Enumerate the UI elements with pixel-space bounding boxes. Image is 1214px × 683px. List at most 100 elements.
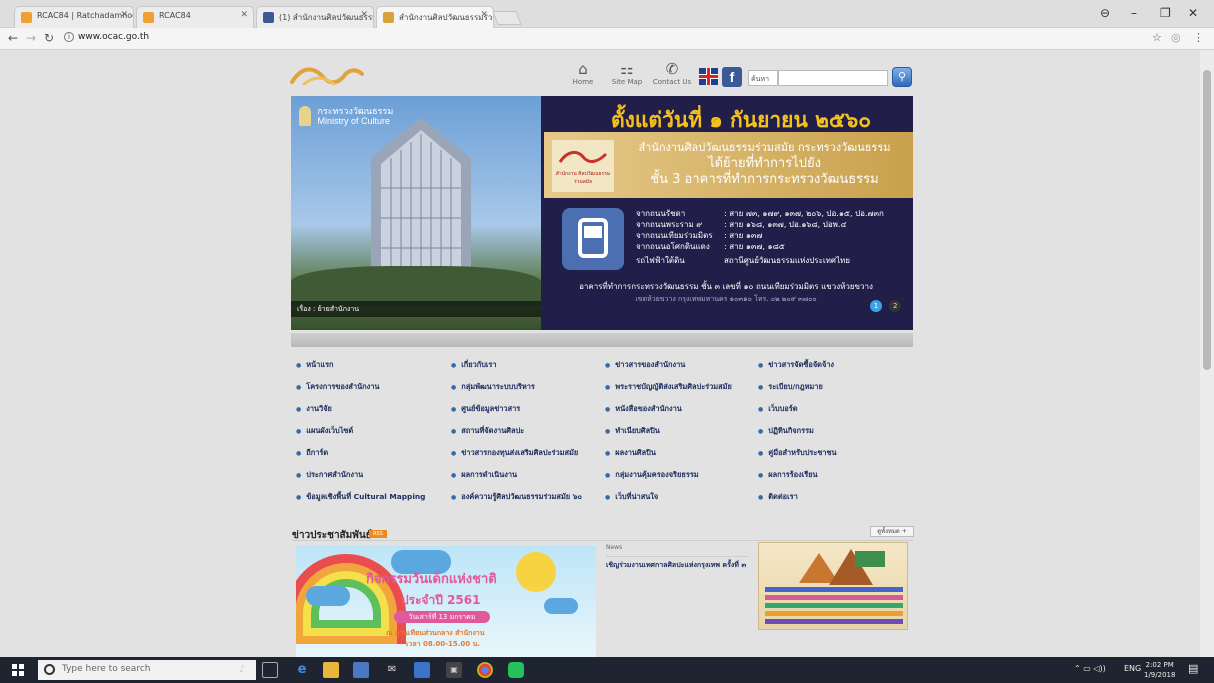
extension-icon[interactable]: ◎ <box>1171 31 1181 44</box>
topnav-contact[interactable]: ✆ Contact Us <box>652 60 692 86</box>
store-icon[interactable] <box>353 662 369 678</box>
menu-item[interactable]: ระเบียบ/กฎหมาย <box>758 381 823 393</box>
bus-routes: จากถนนรัชดา: สาย ๗๓, ๑๗๙, ๑๓๗, ๒๐๖, ปอ.๑… <box>636 208 906 266</box>
scrollbar-thumb[interactable] <box>1203 70 1211 370</box>
input-language[interactable]: ENG <box>1124 664 1141 673</box>
menu-item[interactable]: กลุ่มพัฒนาระบบบริหาร <box>451 381 535 393</box>
menu-item[interactable]: ข่าวสารกองทุนส่งเสริมศิลปะร่วมสมัย <box>451 447 578 459</box>
cloud-graphic <box>306 586 350 606</box>
card-date-pill: วันเสาร์ที่ 13 มกราคม <box>394 611 490 623</box>
browser-tab[interactable]: (1) สำนักงานศิลปวัฒนธรรม ✕ <box>256 6 374 28</box>
menu-item[interactable]: เว็บบอร์ด <box>758 403 797 415</box>
route-row: รถไฟฟ้าใต้ดิน สถานีศูนย์วัฒนธรรมแห่งประเท… <box>636 256 850 265</box>
menu-item[interactable]: แผนผังเว็บไซต์ <box>296 425 353 437</box>
tray-icons[interactable]: ⌃ ▭ ◁)) <box>1074 664 1106 673</box>
browser-tab[interactable]: RCAC84 | Ratchadamnoe ✕ <box>14 6 134 28</box>
menu-item[interactable]: ผลการดำเนินงาน <box>451 469 517 481</box>
menu-item[interactable]: ทำเนียบศิลปิน <box>605 425 660 437</box>
card-time: เวลา 08.00-15.00 น. <box>406 640 481 648</box>
browser-tab[interactable]: RCAC84 ✕ <box>136 6 254 28</box>
menu-item[interactable]: สถานที่จัดงานศิลปะ <box>451 425 524 437</box>
search-icon[interactable]: ⚲ <box>892 67 912 87</box>
menu-item[interactable]: กลุ่มงานคุ้มครองจริยธรรม <box>605 469 698 481</box>
menu-item[interactable]: ข้อมูลเชิงพื้นที่ Cultural Mapping <box>296 491 425 503</box>
page-viewport: ⌂ Home ⚏ Site Map ✆ Contact Us f ค้นหา ⚲ <box>0 50 1214 657</box>
menu-item[interactable]: ผลการร้องเรียน <box>758 469 817 481</box>
windows-start-icon[interactable] <box>12 664 24 676</box>
route-row: จากถนนเทียมร่วมมิตร: สาย ๑๓๗ <box>636 231 763 240</box>
menu-item[interactable]: พระราชบัญญัติส่งเสริมศิลปะร่วมสมัย <box>605 381 732 393</box>
menu-item[interactable]: ถีการ์ด <box>296 447 328 459</box>
tab-close-icon[interactable]: ✕ <box>360 10 368 20</box>
view-all-button[interactable]: ดูทั้งหมด + <box>870 526 914 537</box>
menu-item[interactable]: ข่าวสารจัดซื้อจัดจ้าง <box>758 359 834 371</box>
menu-item[interactable]: ผลงานศิลปิน <box>605 447 656 459</box>
news-card-childrens-day[interactable]: กิจกรรมวันเด็กแห่งชาติ ประจำปี 2561 วันเ… <box>296 546 596 657</box>
card-title: กิจกรรมวันเด็กแห่งชาติ <box>366 572 497 587</box>
slide-dot[interactable]: 1 <box>870 300 882 312</box>
menu-item[interactable]: หนังสือของสำนักงาน <box>605 403 682 415</box>
address-subline: เขตห้วยขวาง กรุงเทพมหานคร ๑๐๓๑๐ โทร. ๐๒ … <box>635 295 817 303</box>
system-clock[interactable]: 2:02 PM 1/9/2018 <box>1144 660 1175 680</box>
ocac-logo[interactable] <box>290 62 364 88</box>
tab-close-icon[interactable]: ✕ <box>120 10 128 20</box>
chrome-icon[interactable] <box>477 662 493 678</box>
slide-dot[interactable]: 2 <box>889 300 902 312</box>
app-icon[interactable]: ▣ <box>446 662 462 678</box>
url-field[interactable]: i www.ocac.go.th <box>64 32 149 42</box>
rss-icon[interactable]: RSS <box>369 530 387 538</box>
facebook-icon[interactable]: f <box>722 67 742 87</box>
forward-arrow-icon[interactable]: → <box>26 31 36 45</box>
minimize-button[interactable]: – <box>1131 6 1137 20</box>
task-view-icon[interactable] <box>262 662 278 678</box>
calculator-icon[interactable] <box>414 662 430 678</box>
tab-close-icon[interactable]: ✕ <box>480 10 488 20</box>
back-arrow-icon[interactable]: ← <box>8 31 18 45</box>
menu-item[interactable]: โครงการของสำนักงาน <box>296 381 379 393</box>
route-row: จากถนนอโศกดินแดง: สาย ๑๓๗, ๑๘๕ <box>636 242 785 251</box>
tab-close-icon[interactable]: ✕ <box>240 10 248 20</box>
topnav-sitemap[interactable]: ⚏ Site Map <box>607 60 647 86</box>
new-tab-button[interactable] <box>492 11 522 25</box>
menu-item[interactable]: ข่าวสารของสำนักงาน <box>605 359 685 371</box>
info-icon[interactable]: i <box>64 32 74 42</box>
maximize-button[interactable]: ❐ <box>1160 6 1171 20</box>
festival-poster[interactable] <box>758 542 908 630</box>
taskbar-search-input[interactable]: Type here to search <box>38 660 256 680</box>
card-year: ประจำปี 2561 <box>401 593 481 607</box>
menu-item[interactable]: ประกาศสำนักงาน <box>296 469 363 481</box>
menu-item[interactable]: ศูนย์ข้อมูลข่าวสาร <box>451 403 520 415</box>
menu-item[interactable]: งานวิจัย <box>296 403 332 415</box>
news-item-link[interactable]: เชิญร่วมงานเทศกาลศิลปะแห่งกรุงเทพ ครั้งท… <box>606 556 748 570</box>
notification-icon[interactable]: ▤ <box>1188 662 1198 675</box>
menu-item[interactable]: องค์ความรู้ศิลปวัฒนธรรมร่วมสมัย ๖๐ <box>451 491 582 503</box>
user-profile-icon[interactable]: ⊖ <box>1100 6 1110 20</box>
menu-item[interactable]: เว็บที่น่าสนใจ <box>605 491 658 503</box>
line-app-icon[interactable] <box>508 662 524 678</box>
search-input[interactable] <box>778 70 888 86</box>
menu-row: โครงการของสำนักงาน กลุ่มพัฒนาระบบบริหาร … <box>296 377 916 399</box>
page-scrollbar[interactable] <box>1200 50 1214 657</box>
menu-kebab-icon[interactable]: ⋮ <box>1193 31 1204 44</box>
menu-item[interactable]: เกี่ยวกับเรา <box>451 359 496 371</box>
topnav-home[interactable]: ⌂ Home <box>563 60 603 86</box>
menu-item[interactable]: หน้าแรก <box>296 359 333 371</box>
file-explorer-icon[interactable] <box>323 662 339 678</box>
topnav-label: Contact Us <box>652 78 692 86</box>
hero-banner[interactable]: กระทรวงวัฒนธรรม Ministry of Culture เรื่… <box>291 96 913 330</box>
reload-icon[interactable]: ↻ <box>44 31 54 45</box>
mail-icon[interactable]: ✉ <box>384 662 400 678</box>
english-flag-icon[interactable] <box>699 68 718 85</box>
microphone-icon[interactable]: ♪ <box>234 662 250 678</box>
menu-item[interactable]: ปฏิทินกิจกรรม <box>758 425 814 437</box>
route-row: จากถนนรัชดา: สาย ๗๓, ๑๗๙, ๑๓๗, ๒๐๖, ปอ.๑… <box>636 209 884 218</box>
edge-icon[interactable]: e <box>294 662 310 678</box>
browser-tab-active[interactable]: สำนักงานศิลปวัฒนธรรมร่วม ✕ <box>376 6 494 28</box>
windows-taskbar: Type here to search ♪ e ✉ ▣ ⌃ ▭ ◁)) ENG … <box>0 657 1214 683</box>
menu-item[interactable]: คู่มือสำหรับประชาชน <box>758 447 836 459</box>
strip-line-3: ชั้น 3 อาคารที่ทำการกระทรวงวัฒนธรรม <box>650 172 879 187</box>
bookmark-star-icon[interactable]: ☆ <box>1152 31 1162 44</box>
search-placeholder: Type here to search <box>62 664 151 674</box>
menu-item[interactable]: ติดต่อเรา <box>758 491 797 503</box>
close-window-button[interactable]: ✕ <box>1188 6 1198 20</box>
